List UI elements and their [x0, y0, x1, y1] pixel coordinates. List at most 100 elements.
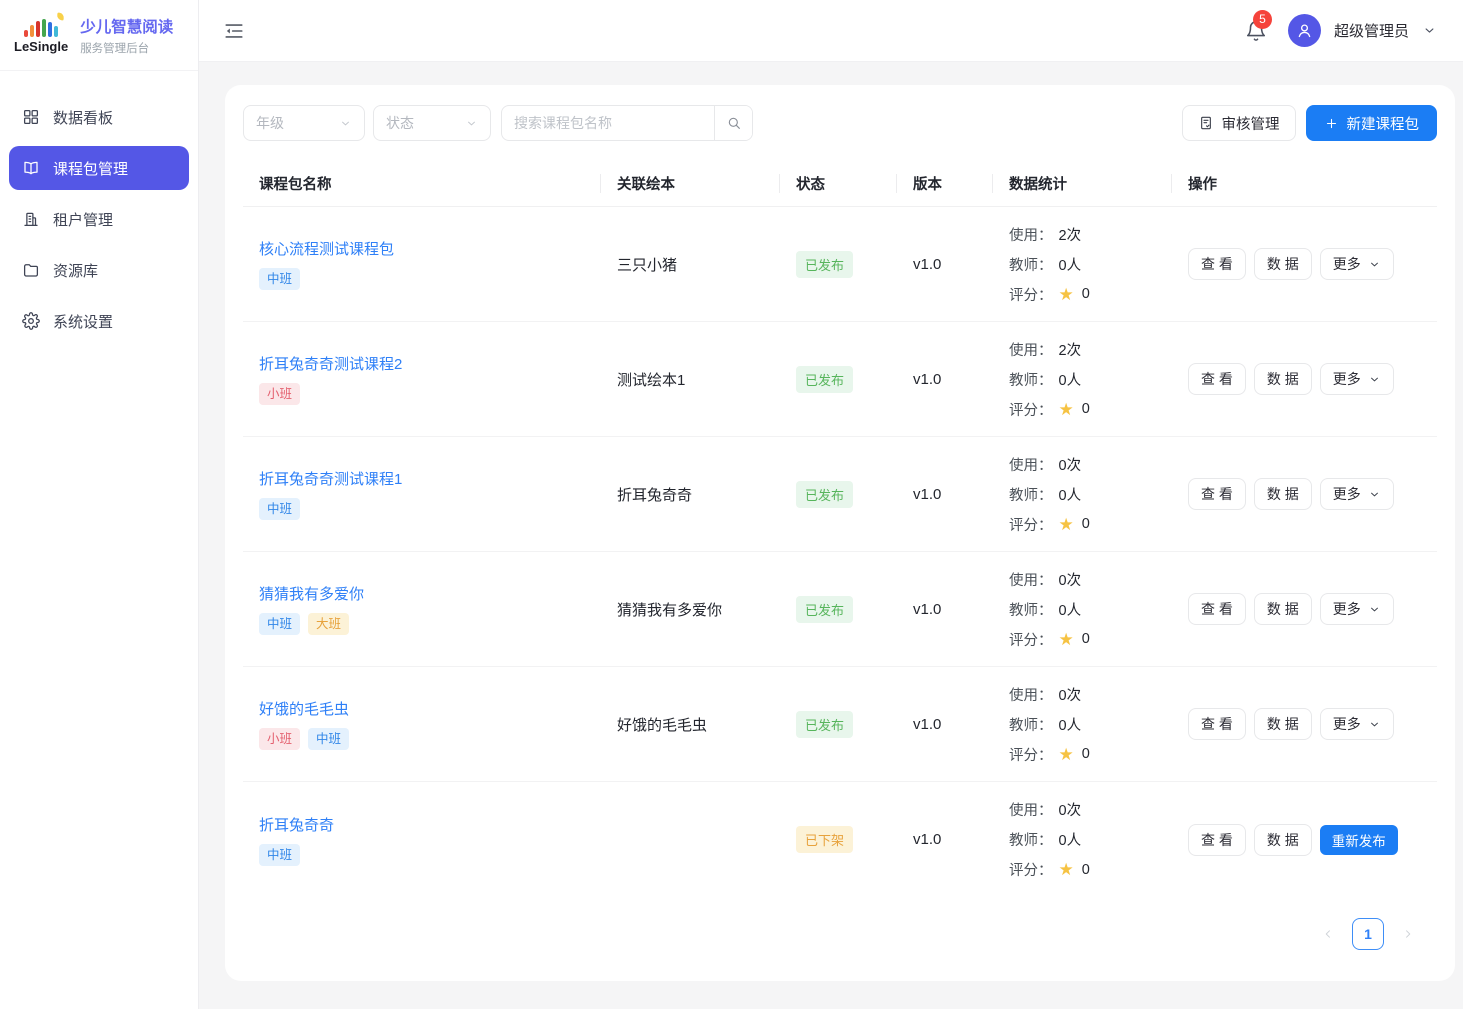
republish-button[interactable]: 重新发布 — [1320, 825, 1398, 855]
brand-logo: LeSingle 少儿智慧阅读 服务管理后台 — [0, 0, 198, 71]
table-row: 核心流程测试课程包中班三只小猪已发布v1.0使用：2次教师：0人评分：★0查 看… — [243, 207, 1437, 322]
usage-value: 0次 — [1059, 684, 1082, 705]
review-button-label: 审核管理 — [1222, 113, 1280, 134]
menu-fold-icon[interactable] — [223, 20, 245, 42]
usage-value: 0次 — [1059, 454, 1082, 475]
audit-icon — [1198, 115, 1214, 131]
more-button[interactable]: 更多 — [1320, 363, 1394, 395]
topbar: 5 超级管理员 — [199, 0, 1463, 62]
data-button[interactable]: 数 据 — [1254, 708, 1312, 740]
row-actions: 查 看数 据更多 — [1172, 363, 1437, 395]
version-cell: v1.0 — [897, 831, 993, 848]
usage-value: 2次 — [1059, 224, 1082, 245]
column-header: 操作 — [1172, 160, 1437, 206]
package-name-link[interactable]: 折耳兔奇奇测试课程1 — [259, 468, 402, 489]
search-input[interactable] — [502, 106, 714, 140]
chevron-down-icon[interactable] — [1422, 23, 1437, 38]
status-badge: 已发布 — [796, 596, 853, 623]
status-cell: 已发布 — [780, 596, 897, 623]
data-button[interactable]: 数 据 — [1254, 248, 1312, 280]
sidebar-item-label: 租户管理 — [53, 209, 113, 230]
star-icon: ★ — [1059, 516, 1074, 533]
chevron-down-icon — [339, 117, 352, 130]
view-button[interactable]: 查 看 — [1188, 248, 1246, 280]
sidebar-item-label: 数据看板 — [53, 107, 113, 128]
notification-badge: 5 — [1253, 10, 1272, 29]
status-cell: 已发布 — [780, 481, 897, 508]
status-cell: 已发布 — [780, 251, 897, 278]
pagination: 1 — [243, 897, 1437, 950]
brand-title: 少儿智慧阅读 — [80, 15, 173, 37]
more-button[interactable]: 更多 — [1320, 478, 1394, 510]
row-actions: 查 看数 据更多 — [1172, 708, 1437, 740]
prev-page-button[interactable] — [1313, 919, 1343, 949]
sidebar-item-resources[interactable]: 资源库 — [9, 248, 189, 292]
view-button[interactable]: 查 看 — [1188, 363, 1246, 395]
sidebar-item-settings[interactable]: 系统设置 — [9, 299, 189, 343]
notification-bell-icon[interactable]: 5 — [1245, 20, 1267, 42]
sidebar-item-label: 课程包管理 — [53, 158, 128, 179]
sidebar-item-dashboard[interactable]: 数据看板 — [9, 95, 189, 139]
column-header: 数据统计 — [993, 160, 1172, 206]
data-button[interactable]: 数 据 — [1254, 593, 1312, 625]
teachers-value: 0人 — [1059, 254, 1082, 275]
data-button[interactable]: 数 据 — [1254, 478, 1312, 510]
more-button[interactable]: 更多 — [1320, 248, 1394, 280]
stats-cell: 使用：2次教师：0人评分：★0 — [993, 334, 1172, 424]
package-name-link[interactable]: 核心流程测试课程包 — [259, 238, 394, 259]
view-button[interactable]: 查 看 — [1188, 824, 1246, 856]
more-button[interactable]: 更多 — [1320, 708, 1394, 740]
search-button[interactable] — [714, 106, 752, 140]
star-icon: ★ — [1059, 286, 1074, 303]
column-header: 关联绘本 — [601, 160, 780, 206]
package-name-link[interactable]: 折耳兔奇奇 — [259, 814, 334, 835]
main-area: 5 超级管理员 年级 状态 — [199, 0, 1463, 1009]
lesingle-logo-icon: LeSingle — [14, 17, 68, 54]
package-name-link[interactable]: 好饿的毛毛虫 — [259, 698, 349, 719]
course-package-card: 年级 状态 审核管理 新建课程包 — [225, 85, 1455, 981]
data-button[interactable]: 数 据 — [1254, 824, 1312, 856]
usage-value: 0次 — [1059, 569, 1082, 590]
status-badge: 已发布 — [796, 711, 853, 738]
grade-tag: 大班 — [308, 613, 349, 635]
sidebar-item-tenants[interactable]: 租户管理 — [9, 197, 189, 241]
grade-tags: 中班 — [259, 268, 585, 290]
version-cell: v1.0 — [897, 601, 993, 618]
avatar[interactable] — [1288, 14, 1321, 47]
status-badge: 已下架 — [796, 826, 853, 853]
username[interactable]: 超级管理员 — [1334, 20, 1409, 41]
status-cell: 已发布 — [780, 711, 897, 738]
status-cell: 已下架 — [780, 826, 897, 853]
sidebar-item-course-packages[interactable]: 课程包管理 — [9, 146, 189, 190]
page-number-button[interactable]: 1 — [1352, 918, 1384, 950]
grade-select[interactable]: 年级 — [243, 105, 365, 141]
view-button[interactable]: 查 看 — [1188, 593, 1246, 625]
more-button[interactable]: 更多 — [1320, 593, 1394, 625]
package-name-link[interactable]: 猜猜我有多爱你 — [259, 583, 364, 604]
grade-tags: 中班大班 — [259, 613, 585, 635]
review-management-button[interactable]: 审核管理 — [1182, 105, 1296, 141]
table-row: 折耳兔奇奇中班已下架v1.0使用：0次教师：0人评分：★0查 看数 据重新发布 — [243, 782, 1437, 897]
teachers-value: 0人 — [1059, 369, 1082, 390]
rating-value: 0 — [1082, 862, 1090, 878]
status-select[interactable]: 状态 — [373, 105, 491, 141]
star-icon: ★ — [1059, 401, 1074, 418]
package-name-link[interactable]: 折耳兔奇奇测试课程2 — [259, 353, 402, 374]
content: 年级 状态 审核管理 新建课程包 — [199, 62, 1463, 1009]
column-header: 课程包名称 — [243, 160, 601, 206]
plus-icon — [1324, 116, 1339, 131]
data-button[interactable]: 数 据 — [1254, 363, 1312, 395]
status-badge: 已发布 — [796, 366, 853, 393]
grade-tag: 中班 — [259, 268, 300, 290]
view-button[interactable]: 查 看 — [1188, 478, 1246, 510]
create-package-button[interactable]: 新建课程包 — [1306, 105, 1438, 141]
stats-cell: 使用：0次教师：0人评分：★0 — [993, 795, 1172, 885]
create-button-label: 新建课程包 — [1347, 113, 1420, 134]
teachers-value: 0人 — [1059, 829, 1082, 850]
brand-logo-text: LeSingle — [14, 39, 68, 54]
column-header: 状态 — [780, 160, 897, 206]
row-actions: 查 看数 据重新发布 — [1172, 824, 1437, 856]
view-button[interactable]: 查 看 — [1188, 708, 1246, 740]
next-page-button[interactable] — [1393, 919, 1423, 949]
folder-icon — [22, 261, 40, 279]
